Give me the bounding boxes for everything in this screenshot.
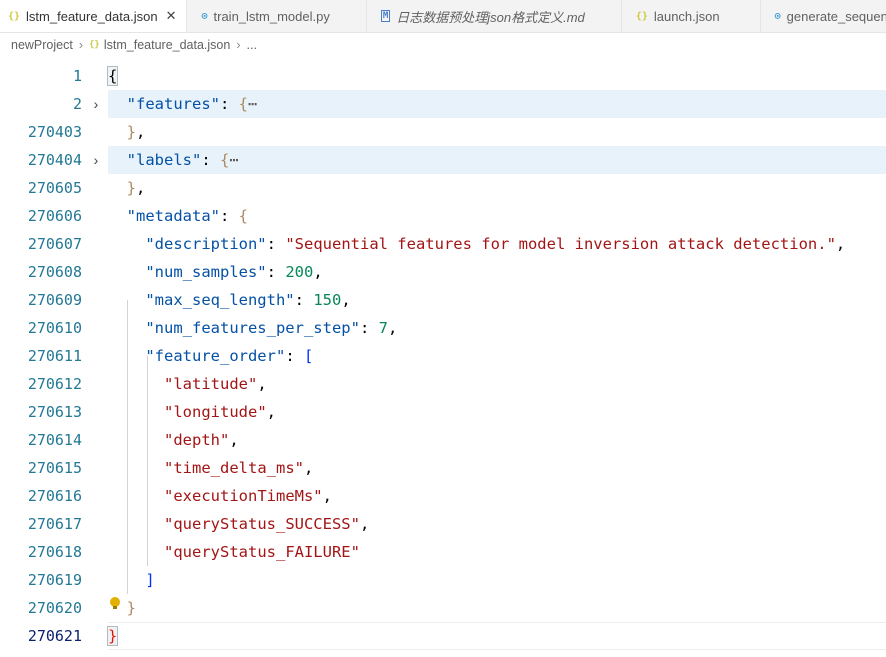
line-number: 270404 <box>27 151 82 169</box>
code-line: 270619 ] <box>0 566 886 594</box>
chevron-right-icon[interactable]: › <box>89 146 103 174</box>
close-icon[interactable]: ✕ <box>166 8 177 24</box>
tab-train-lstm-model-py[interactable]: ⊙ train_lstm_model.py <box>187 0 367 32</box>
code-line: 270616 "executionTimeMs", <box>0 482 886 510</box>
breadcrumb-file[interactable]: lstm_feature_data.json <box>104 38 230 52</box>
markdown-file-icon: M <box>380 10 391 22</box>
code-line: 270613 "longitude", <box>0 398 886 426</box>
code-line-current: 270621 } <box>0 622 886 650</box>
tab-generate-sequential-features[interactable]: ⊙ generate_sequential_feat <box>761 0 886 32</box>
line-number: 270611 <box>27 347 82 365</box>
line-number: 270610 <box>27 319 82 337</box>
python-file-icon: ⊙ <box>774 10 781 22</box>
tab-label: generate_sequential_feat <box>786 8 886 24</box>
code-text: "executionTimeMs", <box>164 487 332 505</box>
code-line: 270615 "time_delta_ms", <box>0 454 886 482</box>
code-text: "longitude", <box>164 403 276 421</box>
code-text: "time_delta_ms", <box>164 459 314 477</box>
code-text: ] <box>145 571 155 589</box>
code-line: 270607 "description": "Sequential featur… <box>0 230 886 258</box>
chevron-right-icon[interactable]: › <box>89 90 103 118</box>
line-number: 270612 <box>27 375 82 393</box>
code-text: "max_seq_length": 150, <box>145 291 351 309</box>
code-text: { <box>106 66 119 86</box>
tab-bar: {} lstm_feature_data.json ✕ ⊙ train_lstm… <box>0 0 886 33</box>
code-line: 270609 "max_seq_length": 150, <box>0 286 886 314</box>
code-text: "queryStatus_FAILURE" <box>164 543 360 561</box>
breadcrumb-more[interactable]: ... <box>247 38 257 52</box>
line-number: 270621 <box>27 627 82 645</box>
line-number: 270615 <box>27 459 82 477</box>
code-text: "features": {⋯ <box>126 95 258 113</box>
code-text: "queryStatus_SUCCESS", <box>164 515 370 533</box>
line-number: 270403 <box>27 123 82 141</box>
tab-launch-json[interactable]: {} launch.json <box>622 0 761 32</box>
chevron-right-icon: › <box>236 38 241 52</box>
line-number: 2 <box>72 95 82 113</box>
line-number: 270609 <box>27 291 82 309</box>
tab-label: 日志数据预处理json格式定义.md <box>396 9 585 25</box>
tab-lstm-feature-data-json[interactable]: {} lstm_feature_data.json ✕ <box>0 0 188 32</box>
code-text: "latitude", <box>164 375 267 393</box>
code-text: } <box>106 626 119 646</box>
tab-label: lstm_feature_data.json <box>26 8 158 24</box>
code-line: 270608 "num_samples": 200, <box>0 258 886 286</box>
code-line: 270403 }, <box>0 118 886 146</box>
code-text: "description": "Sequential features for … <box>145 235 846 253</box>
code-text: }, <box>126 123 146 141</box>
code-line: 1 { <box>0 62 886 90</box>
line-number: 270617 <box>27 515 82 533</box>
tab-label: train_lstm_model.py <box>213 8 330 24</box>
line-number: 270607 <box>27 235 82 253</box>
code-line: 270404 › "labels": {⋯ <box>0 146 886 174</box>
code-line: 2 › "features": {⋯ <box>0 90 886 118</box>
line-number: 270619 <box>27 571 82 589</box>
line-number: 270606 <box>27 207 82 225</box>
breadcrumb: newProject › {} lstm_feature_data.json ›… <box>0 33 886 57</box>
code-line: 270618 "queryStatus_FAILURE" <box>0 538 886 566</box>
line-number: 270605 <box>27 179 82 197</box>
line-number: 270620 <box>27 599 82 617</box>
code-text: "metadata": { <box>126 207 249 225</box>
code-text: "depth", <box>164 431 239 449</box>
code-line: 270614 "depth", <box>0 426 886 454</box>
code-line: 270605 }, <box>0 174 886 202</box>
line-number: 270613 <box>27 403 82 421</box>
line-number: 270618 <box>27 543 82 561</box>
json-file-icon: {} <box>89 40 100 50</box>
chevron-right-icon: › <box>78 38 84 52</box>
python-file-icon: ⊙ <box>201 10 208 22</box>
code-text: "num_samples": 200, <box>145 263 323 281</box>
code-line: 270611 "feature_order": [ <box>0 342 886 370</box>
tab-markdown-file[interactable]: M 日志数据预处理json格式定义.md <box>367 0 622 32</box>
lightbulb-base <box>113 606 117 609</box>
line-number: 270616 <box>27 487 82 505</box>
code-text: "labels": {⋯ <box>126 151 239 169</box>
code-text: "num_features_per_step": 7, <box>145 319 398 337</box>
code-text: }, <box>126 179 146 197</box>
line-number: 270614 <box>27 431 82 449</box>
code-line: 270612 "latitude", <box>0 370 886 398</box>
code-line: 270610 "num_features_per_step": 7, <box>0 314 886 342</box>
code-text: "feature_order": [ <box>145 347 314 365</box>
json-file-icon: {} <box>8 10 21 22</box>
code-line: 270606 "metadata": { <box>0 202 886 230</box>
line-number: 1 <box>72 67 82 85</box>
code-line: 270617 "queryStatus_SUCCESS", <box>0 510 886 538</box>
tab-label: launch.json <box>653 8 720 24</box>
breadcrumb-root[interactable]: newProject <box>11 38 73 52</box>
json-file-icon: {} <box>635 10 648 22</box>
code-editor[interactable]: 1 { 2 › "features": {⋯ 270403 }, 270404 … <box>0 62 886 657</box>
line-number: 270608 <box>27 263 82 281</box>
code-line: 270620 } <box>0 594 886 622</box>
current-line-highlight <box>108 622 886 650</box>
